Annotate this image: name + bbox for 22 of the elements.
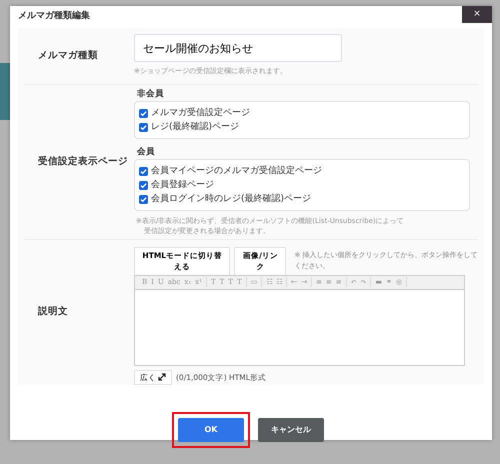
background-panel xyxy=(0,63,10,120)
checkbox-label: レジ(最終確認)ページ xyxy=(151,120,240,134)
close-button[interactable]: × xyxy=(462,6,492,23)
group-legend: 会員 xyxy=(135,147,157,158)
checkbox[interactable] xyxy=(139,122,148,132)
field-label: 受信設定表示ページ xyxy=(38,154,128,169)
ok-button[interactable]: OK xyxy=(178,418,244,442)
checkbox[interactable] xyxy=(139,108,148,118)
checkbox-label: メルマガ受信設定ページ xyxy=(151,106,250,120)
checkbox-label: 会員登録ページ xyxy=(151,178,214,192)
checkbox[interactable] xyxy=(139,166,148,176)
group-legend: 非会員 xyxy=(135,89,166,100)
dialog-title: メルマガ種類編集 xyxy=(18,10,90,24)
checkbox[interactable] xyxy=(139,194,148,204)
expand-icon xyxy=(158,373,166,382)
cancel-button[interactable]: キャンセル xyxy=(258,418,324,442)
checkbox-label: 会員マイページのメルマガ受信設定ページ xyxy=(151,164,322,178)
field-label: 説明文 xyxy=(38,305,68,320)
field-label: メルマガ種類 xyxy=(38,48,98,63)
input-field[interactable]: セール開催のお知らせ xyxy=(134,34,342,62)
checkbox-label: 会員ログイン時のレジ(最終確認)ページ xyxy=(151,192,312,206)
checkbox[interactable] xyxy=(139,180,148,190)
